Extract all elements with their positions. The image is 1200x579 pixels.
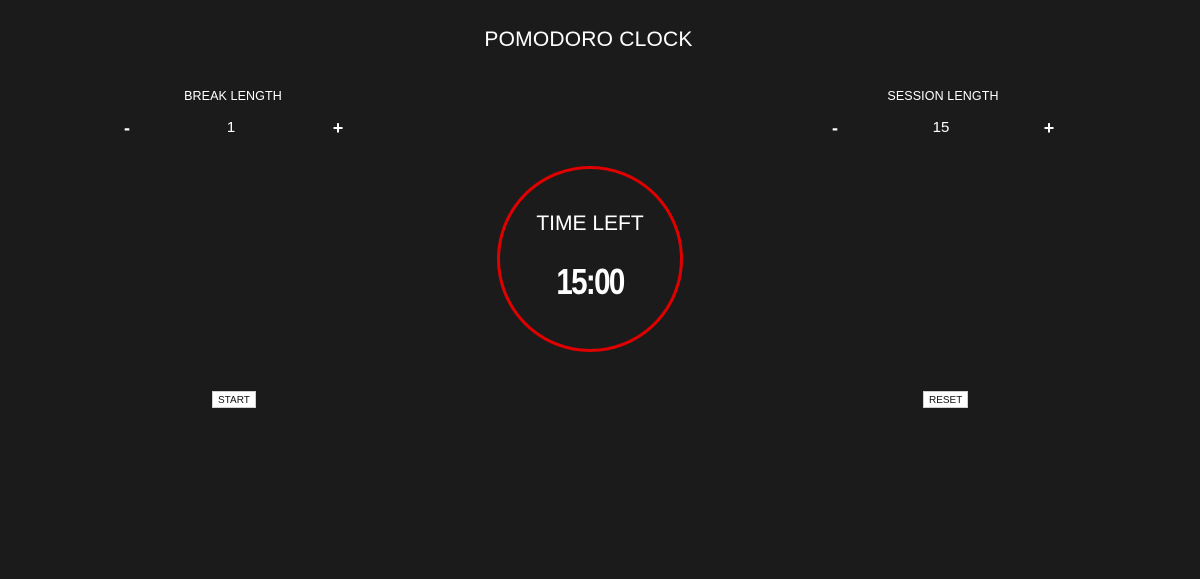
session-length-value: 15: [932, 119, 950, 136]
time-left-value: 15:00: [556, 261, 625, 302]
start-button[interactable]: START: [212, 391, 256, 408]
page-title: POMODORO CLOCK: [484, 28, 693, 51]
pomodoro-app: POMODORO CLOCK BREAK LENGTH - 1 + SESSIO…: [0, 0, 1200, 579]
break-length-value: 1: [226, 119, 236, 136]
session-length-label: SESSION LENGTH: [887, 89, 999, 103]
break-increment-button[interactable]: +: [326, 116, 350, 140]
time-left-label: TIME LEFT: [536, 212, 644, 235]
break-decrement-button[interactable]: -: [115, 116, 139, 140]
timer-ring: TIME LEFT 15:00: [497, 166, 683, 352]
break-length-label: BREAK LENGTH: [184, 89, 282, 103]
session-decrement-button[interactable]: -: [823, 116, 847, 140]
session-increment-button[interactable]: +: [1037, 116, 1061, 140]
reset-button[interactable]: RESET: [923, 391, 969, 408]
